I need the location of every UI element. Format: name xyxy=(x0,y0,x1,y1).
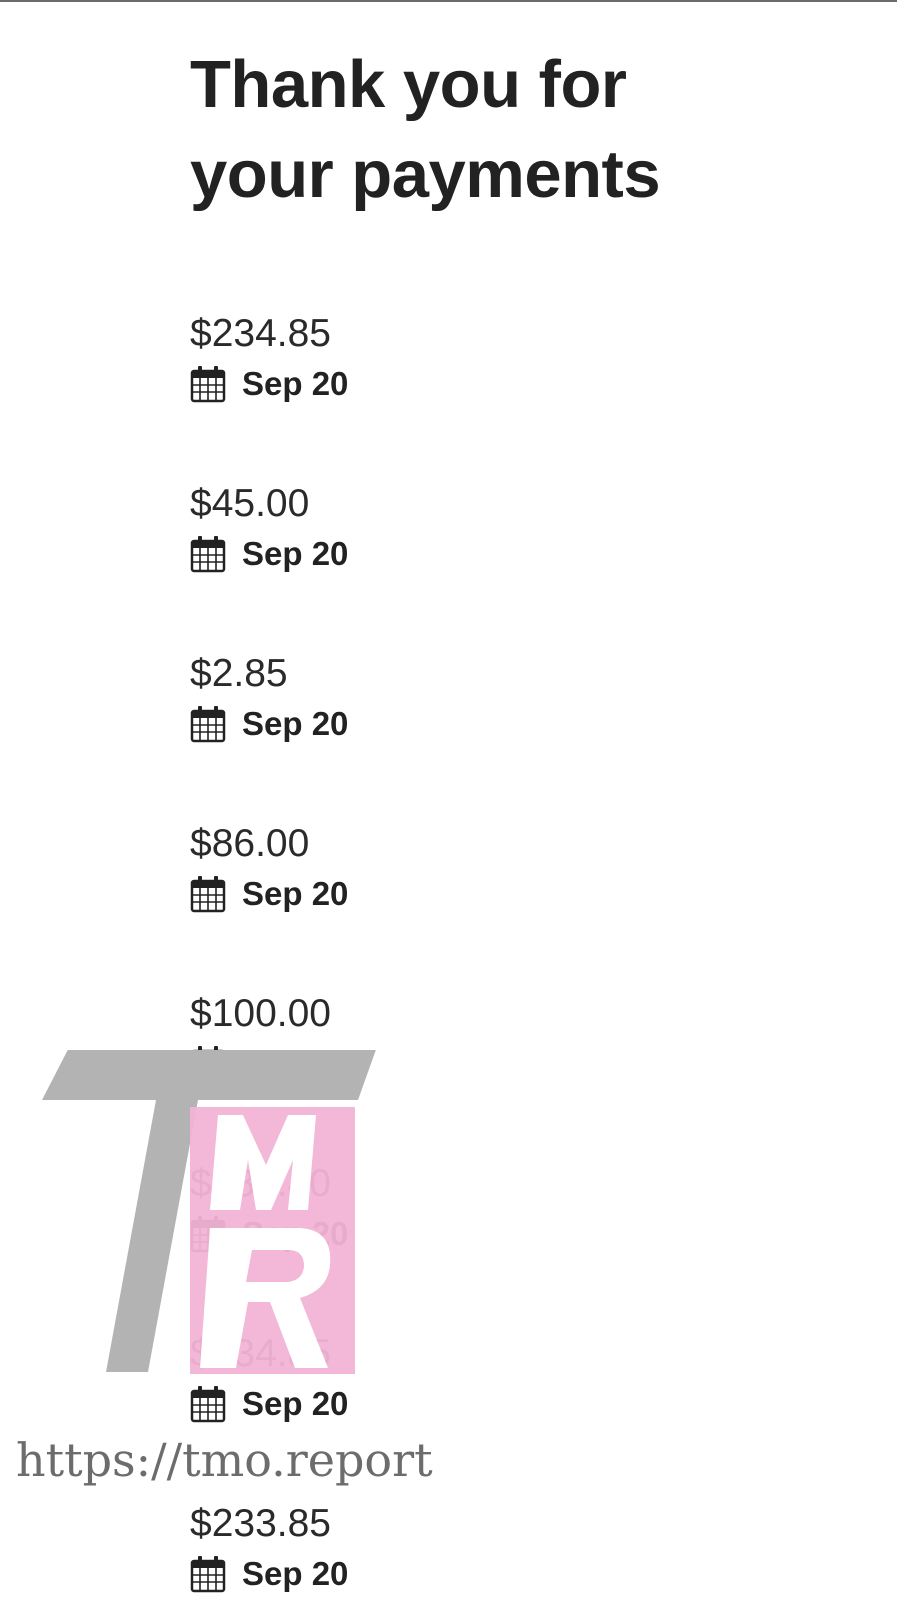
payment-item[interactable]: $388.40 Sep 20 xyxy=(190,1154,690,1274)
payment-amount: $86.00 xyxy=(190,822,310,865)
payment-date-row: Sep 20 xyxy=(190,532,348,576)
payment-item[interactable]: $86.00 Sep 20 xyxy=(190,814,690,934)
payment-amount: $45.00 xyxy=(190,482,310,525)
payment-amount: $2.85 xyxy=(190,652,288,695)
payment-date: Sep 20 xyxy=(242,705,349,742)
calendar-icon xyxy=(190,1555,226,1593)
payment-item[interactable]: $100.00 Sep 20 xyxy=(190,984,690,1104)
payment-amount: $388.40 xyxy=(190,1162,331,1205)
calendar-icon xyxy=(190,705,226,743)
payment-date-row: Sep 20 xyxy=(190,702,348,746)
payment-date: Sep 20 xyxy=(242,1215,349,1252)
payment-amount: $234.85 xyxy=(190,1332,331,1375)
calendar-icon xyxy=(190,1215,226,1253)
payment-date: Sep 20 xyxy=(242,1045,349,1082)
payment-date-row: Sep 20 xyxy=(190,1382,348,1426)
payment-amount: $234.85 xyxy=(190,312,331,355)
page-title-line1: Thank you for xyxy=(190,47,627,122)
page-title: Thank you for your payments xyxy=(190,40,750,220)
calendar-icon xyxy=(190,1385,226,1423)
payment-item[interactable]: $2.85 Sep 20 xyxy=(190,644,690,764)
watermark-url: https://tmo.report xyxy=(16,1433,433,1487)
calendar-icon xyxy=(190,1045,226,1083)
payment-item[interactable]: $45.00 Sep 20 xyxy=(190,474,690,594)
payment-date: Sep 20 xyxy=(242,365,349,402)
payment-date-row: Sep 20 xyxy=(190,1212,348,1256)
payment-date: Sep 20 xyxy=(242,875,349,912)
payment-item[interactable]: $234.85 Sep 20 xyxy=(190,1324,690,1444)
payment-date: Sep 20 xyxy=(242,1555,349,1592)
payment-amount: $233.85 xyxy=(190,1502,331,1545)
payment-item[interactable]: $234.85 Sep 20 xyxy=(190,304,690,424)
calendar-icon xyxy=(190,875,226,913)
payment-date-row: Sep 20 xyxy=(190,362,348,406)
payment-date-row: Sep 20 xyxy=(190,1552,348,1596)
calendar-icon xyxy=(190,535,226,573)
payment-amount: $100.00 xyxy=(190,992,331,1035)
page-title-line2: your payments xyxy=(190,137,661,212)
calendar-icon xyxy=(190,365,226,403)
payment-item[interactable]: $233.85 Sep 20 xyxy=(190,1494,690,1614)
payment-date-row: Sep 20 xyxy=(190,1042,348,1086)
payment-date: Sep 20 xyxy=(242,1385,349,1422)
top-divider xyxy=(0,0,897,2)
payment-date-row: Sep 20 xyxy=(190,872,348,916)
payment-date: Sep 20 xyxy=(242,535,349,572)
